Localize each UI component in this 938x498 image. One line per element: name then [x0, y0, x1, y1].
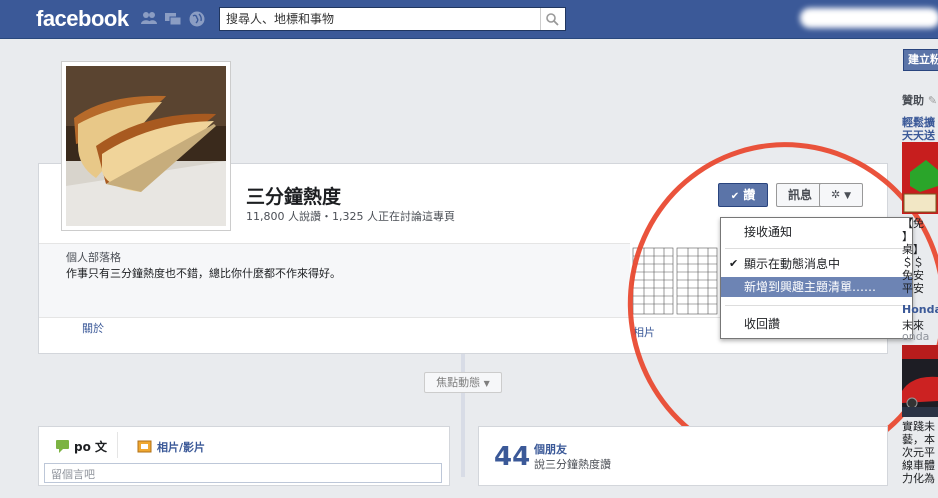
- friend-requests-icon[interactable]: [140, 10, 158, 28]
- ad-title-line2[interactable]: 天天送: [902, 127, 935, 143]
- search-bar: [219, 7, 566, 31]
- ad-text-line: 平安: [902, 282, 924, 295]
- ad2-text-line: onda: [902, 330, 930, 343]
- photo-video-icon: [137, 440, 152, 453]
- friends-label[interactable]: 個朋友: [534, 441, 567, 457]
- ad-image-game[interactable]: [902, 142, 938, 214]
- page-stats: 11,800 人說讚・1,325 人正在討論這專頁: [246, 210, 455, 223]
- composer-photo-tab[interactable]: 相片/影片: [157, 439, 205, 455]
- highlights-dropdown[interactable]: 焦點動態 ▼: [424, 372, 502, 393]
- page-description: 作事只有三分鐘熱度也不錯，總比你什麼都不作來得好。: [66, 267, 341, 280]
- ad3-text-line: 力化為: [902, 472, 935, 485]
- search-input[interactable]: [226, 10, 536, 28]
- search-button[interactable]: [540, 8, 565, 30]
- status-speech-icon: [56, 440, 69, 453]
- friends-count: 44: [494, 442, 531, 472]
- page-category: 個人部落格: [66, 251, 121, 264]
- notifications-globe-icon[interactable]: [188, 10, 206, 28]
- search-icon: [546, 13, 559, 26]
- facebook-logo[interactable]: facebook: [36, 6, 129, 32]
- edit-ads-icon[interactable]: ✎: [928, 94, 937, 107]
- friends-subtext: 說三分鐘熱度讚: [534, 458, 611, 471]
- messages-icon[interactable]: [164, 10, 182, 28]
- composer-tab-divider: [117, 432, 118, 458]
- composer-input[interactable]: 留個言吧: [44, 463, 442, 483]
- create-page-button[interactable]: 建立粉: [903, 49, 938, 71]
- profile-picture[interactable]: [61, 61, 231, 231]
- ad-image-car[interactable]: [902, 345, 938, 417]
- bread-photo: [66, 66, 226, 226]
- composer-post-tab[interactable]: po 文: [74, 438, 107, 455]
- sponsored-heading: 贊助 ✎: [902, 94, 938, 107]
- user-name-blurred[interactable]: [800, 8, 938, 28]
- tab-about[interactable]: 關於: [82, 320, 104, 336]
- chevron-down-icon: ▼: [483, 379, 490, 388]
- ad2-title[interactable]: Honda: [902, 303, 938, 316]
- page-title: 三分鐘熱度: [246, 186, 342, 208]
